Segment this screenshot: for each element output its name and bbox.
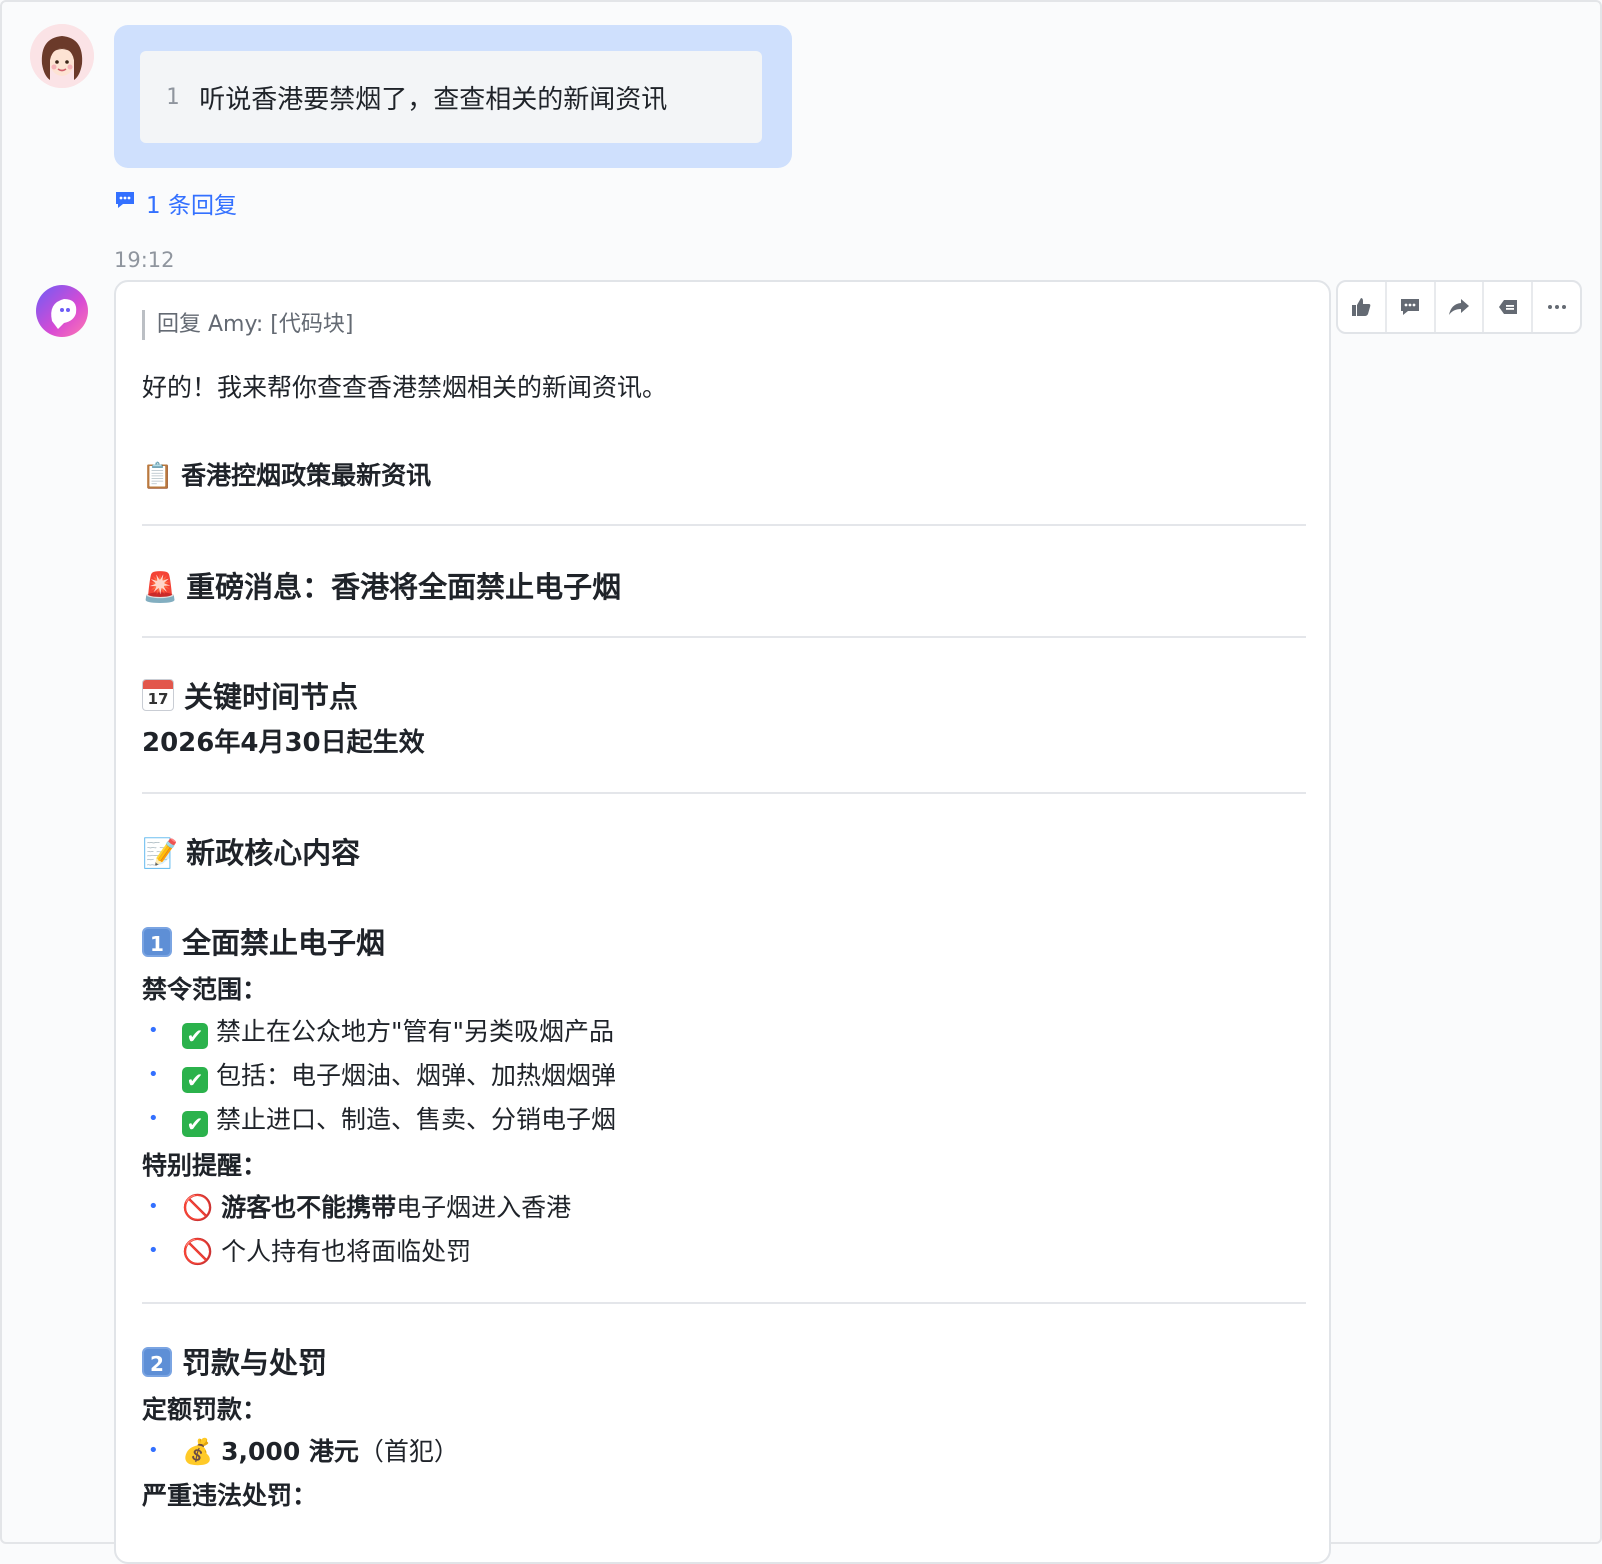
user-message-text: 听说香港要禁烟了，查查相关的新闻资讯 (199, 84, 668, 115)
message-action-bar (1336, 280, 1582, 334)
money-bag-icon: 💰 (182, 1437, 214, 1466)
bullet-dot: • (148, 1064, 159, 1085)
bullet-dot: • (148, 1240, 159, 1261)
user-avatar[interactable] (30, 24, 94, 88)
siren-icon: 🚨 (142, 570, 179, 604)
bullet-dot: • (148, 1020, 159, 1041)
list-item: 💰 3,000 港元（首犯） (182, 1437, 459, 1466)
code-block: 1 听说香港要禁烟了，查查相关的新闻资讯 (140, 51, 762, 143)
calendar-icon: 17 (142, 679, 174, 711)
divider (142, 792, 1306, 794)
keycap-2-icon: 2 (142, 1347, 172, 1377)
list-item: ✔ 禁止进口、制造、售卖、分销电子烟 (182, 1100, 616, 1137)
forward-icon[interactable] (1436, 282, 1485, 332)
divider (142, 524, 1306, 526)
reply-count-label: 1 条回复 (146, 193, 237, 219)
news-headline: 📋 香港控烟政策最新资讯 (142, 461, 432, 490)
more-icon[interactable] (1533, 282, 1580, 332)
check-mark-icon: ✔ (182, 1023, 208, 1049)
breaking-news-heading: 🚨 重磅消息：香港将全面禁止电子烟 (142, 570, 622, 604)
reminder-label: 特别提醒： (142, 1151, 268, 1180)
list-item: 🚫 游客也不能携带电子烟进入香港 (182, 1193, 572, 1222)
section-1-heading: 1 全面禁止电子烟 (142, 920, 385, 962)
prohibited-icon: 🚫 (182, 1193, 214, 1222)
check-mark-icon: ✔ (182, 1067, 208, 1093)
message-timestamp: 19:12 (114, 248, 175, 272)
section-2-heading: 2 罚款与处罚 (142, 1340, 327, 1382)
thread-reply-link[interactable]: 1 条回复 (114, 186, 237, 220)
fine-label: 定额罚款： (142, 1395, 268, 1424)
thumbs-up-icon[interactable] (1338, 282, 1387, 332)
check-mark-icon: ✔ (182, 1111, 208, 1137)
reply-quote[interactable]: 回复 Amy: [代码块] (142, 310, 353, 340)
user-message-bubble[interactable]: 1 听说香港要禁烟了，查查相关的新闻资讯 (114, 25, 792, 168)
bot-reply-card: 回复 Amy: [代码块] 好的！我来帮你查查香港禁烟相关的新闻资讯。 📋 香港控… (114, 280, 1331, 1564)
divider (142, 636, 1306, 638)
bullet-dot: • (148, 1440, 159, 1461)
list-item: ✔ 禁止在公众地方"管有"另类吸烟产品 (182, 1012, 614, 1049)
bullet-dot: • (148, 1196, 159, 1217)
bullet-dot: • (148, 1108, 159, 1129)
keycap-1-icon: 1 (142, 927, 172, 957)
memo-icon: 📝 (142, 836, 179, 870)
quote-reply-icon[interactable] (1484, 282, 1534, 332)
bot-avatar[interactable] (36, 285, 88, 337)
divider (142, 1302, 1306, 1304)
key-dates-heading: 17 关键时间节点 (142, 674, 358, 716)
prohibited-icon: 🚫 (182, 1237, 214, 1266)
list-item: 🚫 个人持有也将面临处罚 (182, 1237, 472, 1266)
serious-penalty-label: 严重违法处罚： (142, 1481, 318, 1510)
effective-date: 2026年4月30日起生效 (142, 728, 425, 758)
list-item: ✔ 包括：电子烟油、烟弹、加热烟烟弹 (182, 1056, 616, 1093)
core-content-heading: 📝 新政核心内容 (142, 836, 361, 870)
clipboard-icon: 📋 (142, 461, 174, 490)
line-number: 1 (166, 84, 180, 110)
comment-icon[interactable] (1387, 282, 1436, 332)
greeting-text: 好的！我来帮你查查香港禁烟相关的新闻资讯。 (142, 373, 668, 402)
scope-label: 禁令范围： (142, 975, 268, 1004)
comment-icon (114, 189, 136, 217)
